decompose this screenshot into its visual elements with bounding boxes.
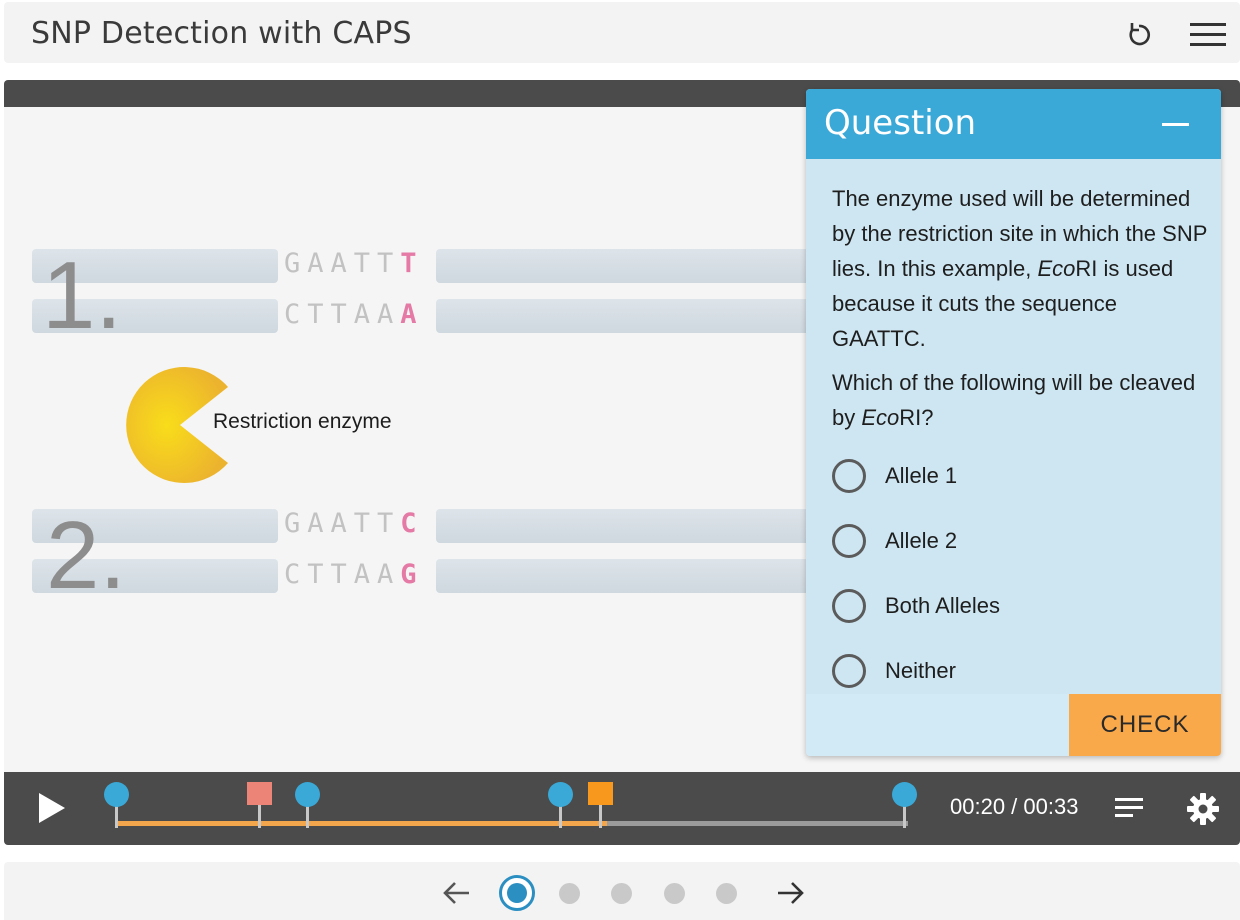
allele2-bottom-right-strand [436, 559, 816, 593]
current-interaction-marker-icon [588, 782, 613, 805]
allele1-bottom-sequence: CTTAAA [284, 299, 424, 330]
option-label: Allele 1 [885, 462, 958, 488]
arrow-left-icon [443, 882, 469, 904]
option-label: Both Alleles [885, 592, 1000, 618]
gear-icon [1187, 793, 1219, 825]
minimize-button[interactable] [1156, 109, 1196, 139]
allele2-top-sequence: GAATTC [284, 508, 424, 539]
allele2-top-snp: C [400, 508, 424, 539]
enzyme-label: Restriction enzyme [213, 410, 392, 433]
next-button[interactable] [775, 879, 805, 907]
question-marker-icon [104, 782, 129, 807]
player-controls: 00:20 / 00:33 [4, 772, 1240, 845]
allele1-top-sequence: GAATTT [284, 248, 424, 279]
option-label: Allele 2 [885, 527, 958, 553]
previous-button[interactable] [442, 879, 472, 907]
arrow-right-icon [778, 882, 804, 904]
page-dot-1[interactable] [499, 875, 535, 911]
question-marker-icon [548, 782, 573, 807]
allele1-top-snp: T [400, 248, 424, 279]
question-marker-icon [295, 782, 320, 807]
question-text: The enzyme used will be determined by th… [832, 181, 1207, 444]
page-dot-5[interactable] [716, 883, 737, 904]
option-label: Neither [885, 657, 956, 683]
timeline-progress [116, 821, 607, 826]
transcript-button[interactable] [1115, 796, 1145, 820]
question-paragraph-2: Which of the following will be cleaved b… [832, 370, 1196, 430]
allele1-top-right-strand [436, 249, 816, 283]
allele1-bottom-right-strand [436, 299, 816, 333]
reset-button[interactable] [1122, 18, 1156, 52]
play-button[interactable] [34, 790, 70, 826]
allele1-number: 1. [42, 242, 123, 349]
question-paragraph-1: The enzyme used will be determined by th… [832, 186, 1207, 351]
answer-options: Allele 1 Allele 2 Both Alleles Neither [832, 451, 1202, 711]
allele2-number: 2. [46, 502, 127, 609]
option-both-alleles[interactable]: Both Alleles [832, 581, 1202, 646]
header-bar: SNP Detection with CAPS [4, 2, 1240, 63]
allele1-bottom-snp: A [400, 299, 424, 330]
check-button[interactable]: CHECK [1069, 694, 1221, 756]
minus-icon [1162, 123, 1189, 126]
page-dot-4[interactable] [664, 883, 685, 904]
menu-button[interactable] [1188, 18, 1228, 52]
question-marker-icon [892, 782, 917, 807]
option-allele-2[interactable]: Allele 2 [832, 516, 1202, 581]
option-allele-1[interactable]: Allele 1 [832, 451, 1202, 516]
transcript-icon [1115, 798, 1143, 817]
radio-button[interactable] [832, 458, 866, 493]
question-title: Question [824, 103, 977, 143]
radio-button[interactable] [832, 653, 866, 688]
radio-button[interactable] [832, 588, 866, 623]
play-icon [39, 793, 65, 823]
settings-button[interactable] [1186, 792, 1220, 826]
reset-icon [1129, 23, 1151, 46]
radio-button[interactable] [832, 523, 866, 558]
allele2-bottom-sequence: CTTAAG [284, 559, 424, 590]
hamburger-icon [1190, 23, 1226, 46]
interaction-marker-icon [247, 782, 272, 805]
allele2-bottom-snp: G [400, 559, 424, 590]
page-title: SNP Detection with CAPS [31, 16, 412, 51]
allele2-top-right-strand [436, 509, 816, 543]
page-dot-3[interactable] [611, 883, 632, 904]
page-dot-2[interactable] [559, 883, 580, 904]
time-display: 00:20 / 00:33 [950, 794, 1079, 819]
question-panel: Question The enzyme used will be determi… [806, 89, 1221, 756]
slide-navigation [4, 862, 1240, 920]
